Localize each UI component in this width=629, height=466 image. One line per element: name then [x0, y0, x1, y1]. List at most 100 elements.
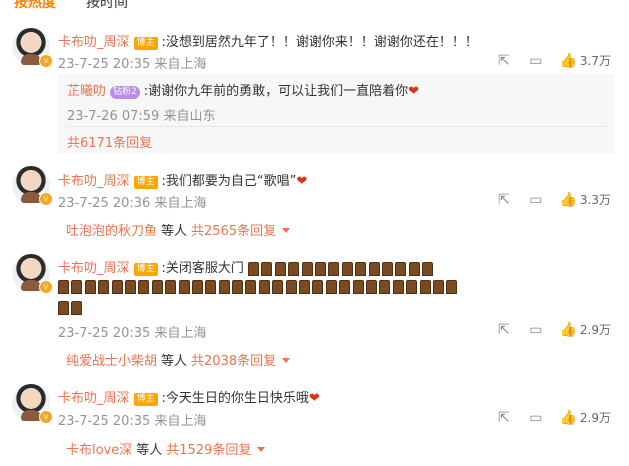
door-emoji	[406, 279, 418, 294]
reply-summary[interactable]: 纯爱战士小柴胡 等人 共2038条回复	[66, 350, 291, 369]
chevron-down-icon[interactable]	[282, 358, 291, 363]
door-emoji	[419, 279, 431, 294]
tab-time[interactable]: 按时间	[86, 0, 128, 12]
reply-summary[interactable]: 卡布love深 等人 共1529条回复	[66, 439, 266, 458]
comment-actions: ⇱ ▭ 👍 3.7万	[480, 52, 611, 69]
chevron-down-icon[interactable]	[282, 228, 291, 233]
heart-emoji: ❤	[296, 174, 308, 189]
reply-meta: 23-7-26 07:59 来自山东	[67, 109, 216, 124]
author-badge: 博主	[133, 393, 158, 406]
avatar[interactable]: v	[12, 384, 53, 424]
door-emoji	[151, 279, 163, 294]
door-emoji	[312, 279, 324, 294]
reply-summary-count[interactable]: 共2565条回复	[191, 224, 276, 239]
door-emoji	[352, 279, 364, 294]
door-emoji	[365, 279, 377, 294]
door-emoji	[288, 261, 300, 276]
door-emoji	[422, 261, 434, 276]
door-emoji	[301, 261, 313, 276]
author-badge: 博主	[133, 176, 158, 189]
door-emoji	[111, 279, 123, 294]
door-emoji	[58, 300, 69, 315]
like-icon[interactable]: 👍	[560, 410, 577, 426]
door-emoji	[315, 261, 327, 276]
verified-badge-icon: v	[39, 54, 53, 68]
door-emoji	[191, 279, 203, 294]
divider	[67, 126, 607, 127]
chevron-down-icon[interactable]	[257, 447, 266, 452]
comment-icon[interactable]: ▭	[528, 322, 544, 338]
comment-meta: 23-7-25 20:35 来自上海	[58, 326, 207, 341]
comment-username[interactable]: 卡布叻_周深	[58, 261, 130, 276]
like-count: 3.3万	[579, 193, 611, 207]
author-badge: 博主	[133, 37, 158, 50]
comment-line: 卡布叻_周深 博主:没想到居然九年了！！谢谢你来！！谢谢你还在！！！	[58, 31, 478, 50]
like-icon[interactable]: 👍	[560, 322, 577, 338]
share-icon[interactable]: ⇱	[496, 53, 512, 69]
reply-username[interactable]: 芷曦叻	[67, 84, 106, 99]
comment-username[interactable]: 卡布叻_周深	[58, 391, 130, 406]
comment-username[interactable]: 卡布叻_周深	[58, 35, 130, 50]
reply-summary-count[interactable]: 共1529条回复	[166, 443, 251, 458]
door-emoji-group	[248, 261, 435, 276]
door-emoji	[368, 261, 380, 276]
like-icon[interactable]: 👍	[560, 192, 577, 208]
reply-text: :谢谢你九年前的勇敢，可以让我们一直陪着你	[143, 84, 409, 99]
fan-badge: 钻粉2	[110, 86, 140, 99]
door-emoji-row	[58, 300, 85, 315]
door-emoji	[71, 279, 83, 294]
comment-icon[interactable]: ▭	[528, 410, 544, 426]
comment-text: :我们都要为自己“歌唱”	[161, 174, 297, 189]
heart-emoji: ❤	[308, 391, 320, 406]
comment-line: 卡布叻_周深 博主:关闭客服大门	[58, 257, 436, 276]
comment-meta: 23-7-25 20:36 来自上海	[58, 196, 207, 211]
door-emoji	[341, 261, 353, 276]
avatar[interactable]: v	[12, 166, 53, 206]
verified-badge-icon: v	[39, 410, 53, 424]
comment-line: 卡布叻_周深 博主:今天生日的你生日快乐哦❤	[58, 387, 320, 406]
door-emoji	[71, 300, 83, 315]
comment-icon[interactable]: ▭	[528, 53, 544, 69]
reply-summary-user[interactable]: 纯爱战士小柴胡	[66, 354, 157, 369]
door-emoji	[395, 261, 407, 276]
door-emoji	[178, 279, 190, 294]
verified-badge-icon: v	[39, 192, 53, 206]
avatar[interactable]: v	[12, 254, 53, 294]
door-emoji	[392, 279, 404, 294]
reply-summary-user[interactable]: 吐泡泡的秋刀鱼	[66, 224, 157, 239]
reply-line: 芷曦叻 钻粉2:谢谢你九年前的勇敢，可以让我们一直陪着你❤	[67, 80, 419, 99]
door-emoji	[274, 261, 286, 276]
share-icon[interactable]: ⇱	[496, 410, 512, 426]
like-count: 3.7万	[579, 54, 611, 68]
reply-summary-count[interactable]: 共2038条回复	[191, 354, 276, 369]
heart-emoji: ❤	[408, 84, 420, 99]
door-emoji	[138, 279, 150, 294]
door-emoji	[165, 279, 177, 294]
door-emoji	[432, 279, 444, 294]
comment-text: :没想到居然九年了！！谢谢你来！！谢谢你还在！！！	[161, 35, 478, 50]
door-emoji	[84, 279, 96, 294]
like-count: 2.9万	[579, 411, 611, 425]
reply-box: 芷曦叻 钻粉2:谢谢你九年前的勇敢，可以让我们一直陪着你❤ 23-7-26 07:…	[58, 74, 614, 154]
door-emoji-row	[58, 279, 460, 294]
more-replies-link[interactable]: 共6171条回复	[67, 132, 152, 151]
comment-username[interactable]: 卡布叻_周深	[58, 174, 130, 189]
reply-summary[interactable]: 吐泡泡的秋刀鱼 等人 共2565条回复	[66, 220, 291, 239]
share-icon[interactable]: ⇱	[496, 192, 512, 208]
like-icon[interactable]: 👍	[560, 53, 577, 69]
tab-hot[interactable]: 按热度	[14, 0, 56, 12]
reply-summary-deng: 等人	[161, 224, 188, 239]
door-emoji	[272, 279, 284, 294]
comment-icon[interactable]: ▭	[528, 192, 544, 208]
door-emoji	[124, 279, 136, 294]
reply-summary-user[interactable]: 卡布love深	[66, 443, 132, 458]
comment-actions: ⇱ ▭ 👍 2.9万	[480, 321, 611, 338]
door-emoji	[446, 279, 458, 294]
door-emoji	[408, 261, 420, 276]
avatar[interactable]: v	[12, 28, 53, 68]
door-emoji	[328, 261, 340, 276]
comment-meta: 23-7-25 20:35 来自上海	[58, 414, 207, 429]
share-icon[interactable]: ⇱	[496, 322, 512, 338]
reply-summary-deng: 等人	[161, 354, 188, 369]
like-count: 2.9万	[579, 323, 611, 337]
